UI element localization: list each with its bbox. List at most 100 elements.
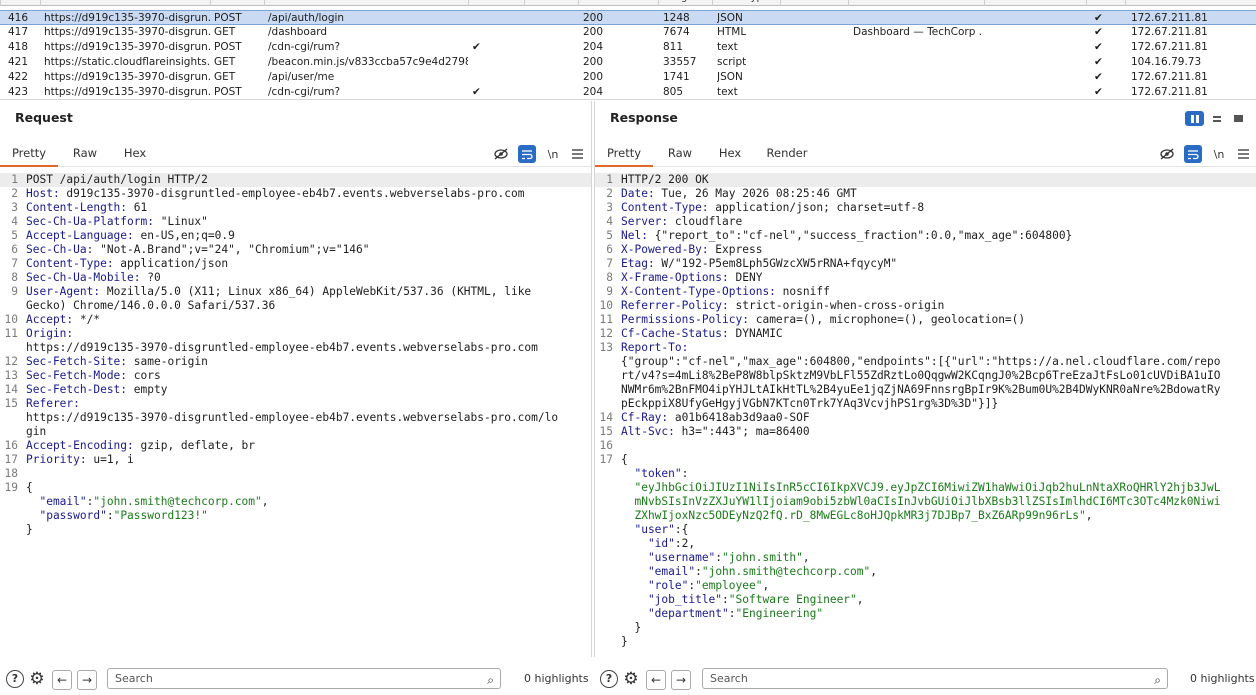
help-icon[interactable]: ? [600,670,618,688]
line-number: 17 [599,453,613,466]
code-line: "username":"john.smith", [595,551,1256,565]
column-header[interactable]: Edited [524,0,578,6]
cell-status: 200 [583,56,604,68]
cell-url: /beacon.min.js/v833ccba57c9e4d2798... [268,56,468,68]
search-input[interactable]: Search ⌕ [107,668,501,689]
request-editor[interactable]: 1 POST /api/auth/login HTTP/2 2 Host: d919c… [0,173,591,657]
column-header[interactable]: MIME type [712,0,780,6]
header-name: Report-To: [621,341,689,354]
table-row[interactable]: 422 https://d919c135-3970-disgrun... GET/a… [0,70,1256,85]
line-text: strict-origin-when-cross-origin [728,299,945,312]
gear-icon[interactable]: ⚙ [622,670,640,688]
cell-url: /dashboard [268,26,328,38]
newline-toggle[interactable]: \n [1210,145,1228,163]
line-text: W/"192-P5em8Lph5GWzcXW5rRNA+fqycyM" [654,257,898,270]
line-number: 18 [4,467,18,480]
header-name: Sec-Ch-Ua-Platform: [26,215,154,228]
cell-ip: 104.16.79.73 [1131,56,1202,68]
column-header[interactable]: Host [40,0,210,6]
back-arrow-icon[interactable]: ← [646,670,666,690]
menu-icon[interactable] [568,145,586,163]
line-number: 10 [4,313,18,326]
header-name: Host: [26,187,60,200]
table-row[interactable]: 421 https://static.cloudflareinsights... G… [0,55,1256,70]
column-header[interactable]: IP [1125,0,1256,6]
json-string: "john.smith" [722,551,803,564]
help-icon[interactable]: ? [6,670,24,688]
table-row[interactable]: 418 https://d919c135-3970-disgrun... POST /… [0,40,1256,55]
hide-icon[interactable] [492,145,510,163]
line-number: 8 [606,271,613,284]
tab-hex[interactable]: Hex [709,141,751,167]
back-arrow-icon[interactable]: ← [52,670,72,690]
line-number: 2 [11,187,18,200]
table-row[interactable]: 416 https://d919c135-3970-disgrun... POST /… [0,10,1256,25]
column-header[interactable]: TLS [1086,0,1125,6]
column-header[interactable]: URL [264,0,468,6]
code-line: https://d919c135-3970-disgruntled-employ… [0,341,591,355]
table-row[interactable]: 423 https://d919c135-3970-disgrun... POST /… [0,85,1256,99]
header-name: Origin: [26,327,74,340]
cell-mime: text [717,86,738,98]
column-header[interactable]: Extension [780,0,848,6]
wrap-lines-icon[interactable] [1184,145,1202,163]
line-number: 11 [4,327,18,340]
line-text: : [106,509,114,522]
single-pane-icon[interactable] [1229,111,1248,126]
code-line: } [595,635,1256,649]
tab-raw[interactable]: Raw [659,141,701,167]
code-line: 8 X-Frame-Options: DENY [595,271,1256,285]
code-line: 5 Nel: {"report_to":"cf-nel","success_fra… [595,229,1256,243]
table-row[interactable]: 417 https://d919c135-3970-disgrun... GET/d… [0,25,1256,40]
column-header[interactable]: Length [658,0,712,6]
code-line: Gecko) Chrome/146.0.0.0 Safari/537.36 [0,299,591,313]
header-name: User-Agent: [26,285,101,298]
cell-length: 1248 [663,12,690,24]
hide-icon[interactable] [1158,145,1176,163]
tab-pretty[interactable]: Pretty [0,141,58,167]
line-text: cloudflare [668,215,743,228]
gear-icon[interactable]: ⚙ [28,670,46,688]
cell-mime: HTML [717,26,747,38]
cell-length: 805 [663,86,684,98]
column-header[interactable]: Status code [578,0,658,6]
line-number: 13 [599,341,613,354]
forward-arrow-icon[interactable]: → [671,670,691,690]
column-header[interactable]: Params [468,0,524,6]
header-name: Accept: [26,313,74,326]
code-line: "department":"Engineering" [595,607,1256,621]
column-header[interactable]: Method [210,0,264,6]
code-line: {"group":"cf-nel","max_age":604800,"endp… [595,355,1256,369]
code-line: mNvbSIsInVzZXJuYW1lIjoiam9obi5zbWl0aCIsI… [595,495,1256,509]
code-line: 1 HTTP/2 200 OK [595,173,1256,187]
line-number: 4 [11,215,18,228]
line-number: 14 [599,411,613,424]
header-name: Accept-Encoding: [26,439,134,452]
line-number: 9 [11,285,18,298]
tab-render[interactable]: Render [761,141,813,167]
request-title: Request [15,110,73,125]
split-rows-icon[interactable] [1207,111,1226,126]
menu-icon[interactable] [1234,145,1252,163]
header-name: Referrer-Policy: [621,299,729,312]
search-input[interactable]: Search ⌕ [702,668,1168,689]
newline-toggle[interactable]: \n [544,145,562,163]
header-name: Cf-Cache-Status: [621,327,729,340]
line-number: 12 [4,355,18,368]
line-number: 2 [606,187,613,200]
response-editor[interactable]: 1 HTTP/2 200 OK 2 Date: Tue, 26 May 2026 08… [595,173,1256,657]
cell-status: 204 [583,41,604,53]
split-columns-icon[interactable] [1185,111,1204,126]
forward-arrow-icon[interactable]: → [77,670,97,690]
wrap-lines-icon[interactable] [518,145,536,163]
tab-hex[interactable]: Hex [114,141,156,167]
tab-raw[interactable]: Raw [64,141,106,167]
column-header[interactable]: Title [848,0,984,6]
cell-tls: ✔ [1094,86,1103,98]
column-header[interactable]: # [0,0,40,6]
column-header[interactable]: Notes [984,0,1086,6]
line-number: 16 [599,439,613,452]
line-punct: , [688,537,696,550]
line-number: 15 [599,425,613,438]
tab-pretty[interactable]: Pretty [595,141,653,167]
